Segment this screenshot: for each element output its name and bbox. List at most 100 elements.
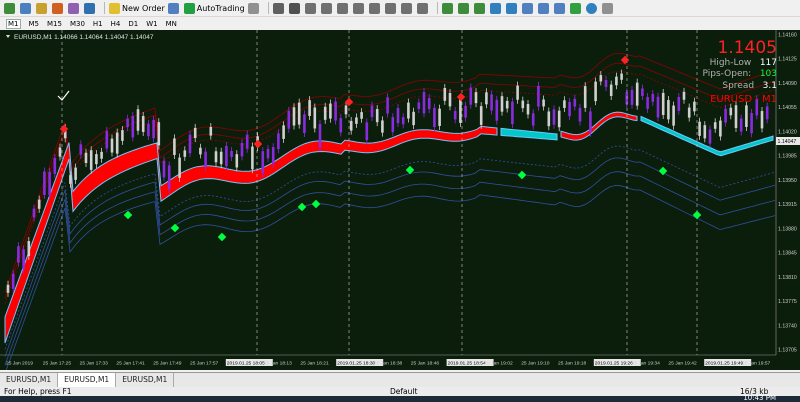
new-chart-icon [4,2,15,14]
line-chart-icon [473,2,485,14]
timeframe-m1[interactable]: M1 [6,18,21,29]
envelope-band-line [4,70,776,304]
price-chart[interactable]: EURUSD,M1 1.14066 1.14064 1.14047 1.1404… [0,30,800,370]
profiles-button[interactable] [20,1,33,15]
tester-button[interactable] [84,1,97,15]
new-chart-button[interactable] [4,1,17,15]
vertical-line-button[interactable] [304,1,318,15]
time-axis-label: 2019.01.25 19:26 [595,361,633,367]
candle-body [157,122,161,146]
candle-body [381,120,384,133]
candle-body [209,126,213,136]
periods-button[interactable] [585,1,599,15]
cursor-icon [272,2,284,14]
price-axis-label: 1.13740 [778,323,797,329]
arrows-icon [416,2,428,14]
time-axis-label: 2019.01.25 18:30 [337,361,375,367]
buy-signal-marker [692,210,702,220]
tile-windows-button[interactable] [521,1,535,15]
status-profile: Default [390,387,418,396]
candle-body [703,125,707,139]
market-watch-button[interactable] [36,1,49,15]
time-axis-label: 25 Jan 19:02 [484,361,513,367]
autotrading-button[interactable]: AutoTrading [183,1,245,15]
candle-body [235,154,239,168]
candlestick-button[interactable] [457,1,471,15]
toolbar-separator [104,2,105,14]
timeframe-d1[interactable]: D1 [128,20,138,28]
candle-body [734,105,738,128]
crosshair-button[interactable] [288,1,302,15]
candle-body [500,96,504,112]
timeframe-h1[interactable]: H1 [93,20,103,28]
label-tool-button[interactable] [400,1,414,15]
candle-body [646,97,649,109]
time-axis-label: 25 Jan 18:21 [300,361,329,367]
autoscroll-button[interactable] [537,1,551,15]
candle-body [651,93,655,102]
fibonacci-button[interactable] [368,1,382,15]
candle-body [687,107,691,118]
chart-shift-button[interactable] [553,1,567,15]
candle-body [490,94,493,111]
buy-signal-marker [517,170,527,180]
candle-body [589,111,592,133]
timeframe-h4[interactable]: H4 [111,20,121,28]
price-axis-label: 1.13810 [778,275,797,281]
sell-signal-marker [456,92,466,102]
indicators-button[interactable] [569,1,583,15]
line-chart-button[interactable] [473,1,487,15]
cursor-button[interactable] [272,1,286,15]
main-toolbar: New Order AutoTrading [0,0,800,16]
pips-open-label: Pips-Open: [702,69,752,79]
zoom-out-button[interactable] [505,1,519,15]
new-order-button[interactable]: New Order [109,1,165,15]
options-button[interactable] [247,1,261,15]
candle-body [443,87,447,101]
timeframe-m5[interactable]: M5 [29,20,40,28]
candle-body [251,146,254,170]
candle-body [37,199,41,209]
candle-body [479,106,483,125]
candle-body [656,96,660,118]
trendline-button[interactable] [336,1,350,15]
candle-body [339,118,343,133]
timeframe-m30[interactable]: M30 [70,20,85,28]
autotrading-icon [183,2,195,14]
zoom-in-button[interactable] [489,1,503,15]
candle-body [464,105,467,118]
chart-tab-1[interactable]: EURUSD,M1 [0,373,59,387]
candle-body [433,107,436,127]
text-tool-button[interactable] [384,1,398,15]
candle-body [303,114,306,134]
chart-tab-3[interactable]: EURUSD,M1 [116,373,175,387]
candle-body [693,101,696,112]
toolbar-separator [267,2,269,14]
candle-body [542,99,545,107]
horizontal-line-button[interactable] [320,1,334,15]
arrows-button[interactable] [416,1,430,15]
time-axis-label: 25 Jan 18:38 [374,361,403,367]
terminal-button[interactable] [68,1,81,15]
templates-button[interactable] [601,1,615,15]
candle-body [344,105,348,115]
candle-body [240,142,244,157]
new-order-icon [109,2,120,14]
candle-body [266,148,270,159]
timeframe-m15[interactable]: M15 [47,20,62,28]
channel-button[interactable] [352,1,366,15]
metaeditor-button[interactable] [167,1,181,15]
timeframe-w1[interactable]: W1 [146,20,157,28]
bar-chart-button[interactable] [441,1,455,15]
candle-body [474,92,478,104]
candle-body [245,134,249,149]
timeframe-mn[interactable]: MN [166,20,177,28]
candle-body [126,118,129,128]
chart-tab-2[interactable]: EURUSD,M1 [58,373,117,387]
price-axis-label: 1.14055 [778,105,797,111]
trend-ribbon-up [560,111,638,141]
chart-canvas[interactable]: EURUSD,M1 1.14066 1.14064 1.14047 1.1404… [0,30,800,370]
navigator-button[interactable] [52,1,65,15]
candle-body [375,109,379,123]
indicators-icon [569,2,581,14]
